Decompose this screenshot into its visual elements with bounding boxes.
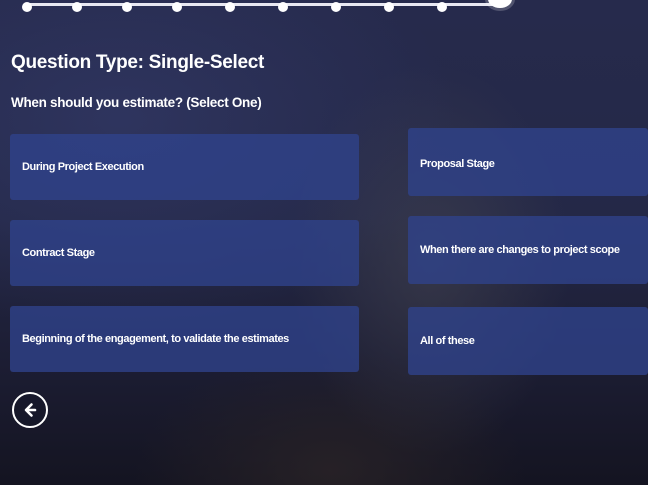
progress-step-dot xyxy=(172,2,182,12)
question-type-heading: Question Type: Single-Select xyxy=(11,52,265,73)
progress-step-dot xyxy=(331,2,341,12)
answer-option-label: Contract Stage xyxy=(22,247,95,259)
progress-step-dot xyxy=(72,2,82,12)
progress-current-step xyxy=(488,0,512,8)
answer-option[interactable]: All of these xyxy=(408,307,648,375)
progress-step-dot xyxy=(122,2,132,12)
answer-option[interactable]: Proposal Stage xyxy=(408,128,648,196)
answer-option-label: Beginning of the engagement, to validate… xyxy=(22,333,289,345)
progress-step-dot xyxy=(437,2,447,12)
answer-option-label: Proposal Stage xyxy=(420,158,495,170)
answer-option-label: During Project Execution xyxy=(22,161,144,173)
progress-bar xyxy=(0,0,648,16)
progress-track xyxy=(22,2,496,12)
progress-step-dot xyxy=(225,2,235,12)
answer-option[interactable]: When there are changes to project scope xyxy=(408,216,648,284)
answer-option[interactable]: Beginning of the engagement, to validate… xyxy=(10,306,359,372)
back-button[interactable] xyxy=(12,392,48,428)
arrow-left-icon xyxy=(21,401,39,419)
progress-step-dot xyxy=(278,2,288,12)
answer-option-label: All of these xyxy=(420,335,475,347)
answer-option[interactable]: During Project Execution xyxy=(10,134,359,200)
answer-option[interactable]: Contract Stage xyxy=(10,220,359,286)
question-prompt: When should you estimate? (Select One) xyxy=(11,95,262,110)
progress-step-dot xyxy=(384,2,394,12)
progress-step-dot xyxy=(22,2,32,12)
answer-option-label: When there are changes to project scope xyxy=(420,244,620,256)
